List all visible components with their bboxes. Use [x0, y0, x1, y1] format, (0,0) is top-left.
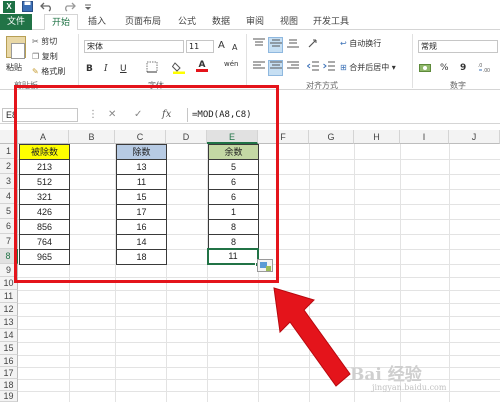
watermark-url: jingyan.baidu.com — [372, 383, 447, 392]
number-format-select[interactable]: 常规 — [418, 40, 498, 53]
column-header-h[interactable]: H — [354, 130, 400, 144]
tab-data[interactable]: 数据 — [206, 14, 236, 30]
watermark-logo: Bai 经验 — [350, 365, 422, 385]
alignment-group-label: 对齐方式 — [306, 81, 338, 90]
wrap-text-button[interactable]: ↩ 自动换行 — [340, 38, 381, 49]
align-top-icon[interactable] — [252, 38, 266, 52]
font-name-select[interactable]: 宋体 — [84, 40, 184, 53]
paste-label[interactable]: 粘贴 — [6, 62, 22, 73]
comma-style-button[interactable]: 9 — [460, 62, 466, 74]
copy-icon: ❐ — [32, 52, 40, 61]
row-header-19[interactable]: 19 — [0, 391, 18, 402]
gridline — [18, 342, 500, 343]
number-group-label: 数字 — [450, 81, 466, 90]
gridline — [18, 329, 500, 330]
orientation-icon[interactable] — [306, 37, 322, 53]
ribbon-home: 粘贴 ✂ 剪切 ❐ 复制 ✎ 格式刷 剪贴板 宋体 11 A A B I U A… — [0, 30, 500, 90]
row-header-13[interactable]: 13 — [0, 316, 18, 329]
row-header-11[interactable]: 11 — [0, 290, 18, 303]
ribbon-tabs: 文件 开始 插入 页面布局 公式 数据 审阅 视图 开发工具 — [0, 14, 500, 31]
format-painter-button[interactable]: ✎ 格式刷 — [32, 66, 65, 77]
gridline — [18, 367, 500, 368]
scissors-icon: ✂ — [32, 37, 39, 46]
gridline — [18, 303, 500, 304]
format-painter-label: 格式刷 — [41, 67, 66, 76]
wrap-text-icon: ↩ — [340, 39, 347, 48]
tab-review[interactable]: 审阅 — [240, 14, 270, 30]
paintbrush-icon: ✎ — [32, 67, 39, 76]
borders-icon[interactable] — [146, 61, 158, 77]
shrink-font-button[interactable]: A — [232, 42, 237, 54]
bold-button[interactable]: B — [86, 63, 93, 75]
copy-label: 复制 — [41, 52, 58, 61]
wrap-text-label: 自动换行 — [349, 39, 382, 48]
gridline — [18, 290, 500, 291]
column-header-i[interactable]: I — [400, 130, 449, 144]
fill-color-icon[interactable] — [171, 61, 186, 78]
align-middle-icon[interactable] — [268, 37, 283, 53]
decrease-indent-icon[interactable] — [306, 61, 320, 75]
font-color-button[interactable]: A — [196, 59, 208, 72]
column-header-j[interactable]: J — [449, 130, 500, 144]
grow-font-button[interactable]: A — [218, 40, 225, 52]
group-separator — [412, 34, 413, 88]
chevron-down-icon: ▾ — [391, 63, 396, 72]
tab-formulas[interactable]: 公式 — [172, 14, 202, 30]
tab-home[interactable]: 开始 — [44, 14, 78, 31]
title-bar: X — [0, 0, 500, 14]
row-header-15[interactable]: 15 — [0, 342, 18, 355]
accounting-format-icon[interactable] — [418, 63, 434, 78]
font-color-icon: A — [198, 60, 206, 70]
underline-button[interactable]: U — [120, 63, 127, 75]
row-header-18[interactable]: 18 — [0, 379, 18, 391]
increase-decimal-icon[interactable]: .0.00 — [476, 61, 496, 77]
annotation-arrow-icon — [273, 287, 351, 387]
align-center-icon[interactable] — [268, 60, 283, 76]
column-header-g[interactable]: G — [309, 130, 354, 144]
font-size-select[interactable]: 11 — [186, 40, 214, 53]
align-right-icon[interactable] — [286, 61, 300, 75]
gridline — [18, 379, 500, 380]
annotation-highlight-box — [14, 85, 279, 283]
align-left-icon[interactable] — [252, 61, 266, 75]
tab-view[interactable]: 视图 — [274, 14, 304, 30]
phonetic-icon[interactable]: wén — [224, 58, 238, 70]
cut-label: 剪切 — [41, 37, 58, 46]
row-header-12[interactable]: 12 — [0, 303, 18, 316]
paste-icon[interactable] — [6, 36, 26, 59]
excel-app-icon[interactable]: X — [3, 1, 15, 13]
row-header-17[interactable]: 17 — [0, 367, 18, 379]
italic-button[interactable]: I — [104, 63, 108, 75]
tab-page-layout[interactable]: 页面布局 — [118, 14, 168, 30]
svg-text:.0: .0 — [478, 63, 482, 69]
increase-indent-icon[interactable] — [322, 61, 336, 75]
group-separator — [246, 34, 247, 88]
gridline — [449, 144, 450, 402]
merge-icon: ⊞ — [340, 63, 347, 72]
merge-center-button[interactable]: ⊞ 合并后居中 ▾ — [340, 62, 396, 73]
tab-file[interactable]: 文件 — [0, 14, 32, 30]
svg-text:.00: .00 — [483, 68, 490, 73]
cut-button[interactable]: ✂ 剪切 — [32, 36, 57, 47]
row-header-16[interactable]: 16 — [0, 355, 18, 367]
merge-center-label: 合并后居中 — [349, 63, 390, 72]
copy-button[interactable]: ❐ 复制 — [32, 51, 58, 62]
align-bottom-icon[interactable] — [286, 38, 300, 52]
percent-button[interactable]: % — [440, 62, 449, 74]
group-separator — [78, 34, 79, 88]
row-header-14[interactable]: 14 — [0, 329, 18, 342]
tab-developer[interactable]: 开发工具 — [308, 14, 354, 30]
tab-insert[interactable]: 插入 — [82, 14, 112, 30]
gridline — [18, 316, 500, 317]
gridline — [18, 355, 500, 356]
